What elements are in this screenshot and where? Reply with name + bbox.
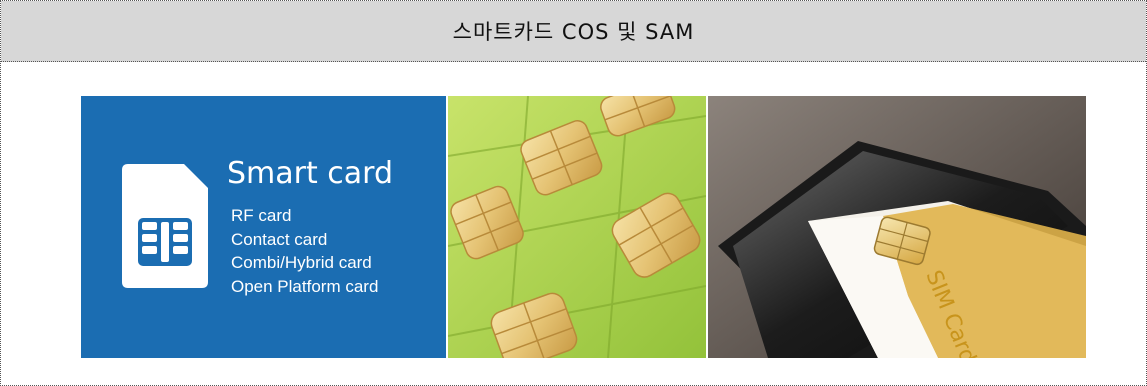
phone-sim-illustration: SIM Card	[708, 96, 1086, 358]
list-item: Open Platform card	[231, 276, 379, 296]
sim-chips-photo	[448, 96, 706, 358]
page-title: 스마트카드 COS 및 SAM	[452, 20, 695, 44]
header-bar: 스마트카드 COS 및 SAM	[1, 1, 1146, 62]
smart-card-title: Smart card	[227, 156, 394, 191]
smart-card-panel: Smart card RF card Contact card Combi/Hy…	[81, 96, 446, 358]
sim-card-icon	[122, 164, 208, 288]
list-item: RF card	[231, 206, 292, 225]
content-frame: 스마트카드 COS 및 SAM Smart card RF card Conta…	[0, 0, 1147, 386]
smart-card-type-list: RF card Contact card Combi/Hybrid card O…	[231, 204, 378, 298]
list-item: Combi/Hybrid card	[231, 253, 372, 272]
sim-chips-illustration	[448, 96, 706, 358]
list-item: Contact card	[231, 229, 328, 249]
phone-sim-photo: SIM Card	[708, 96, 1086, 358]
